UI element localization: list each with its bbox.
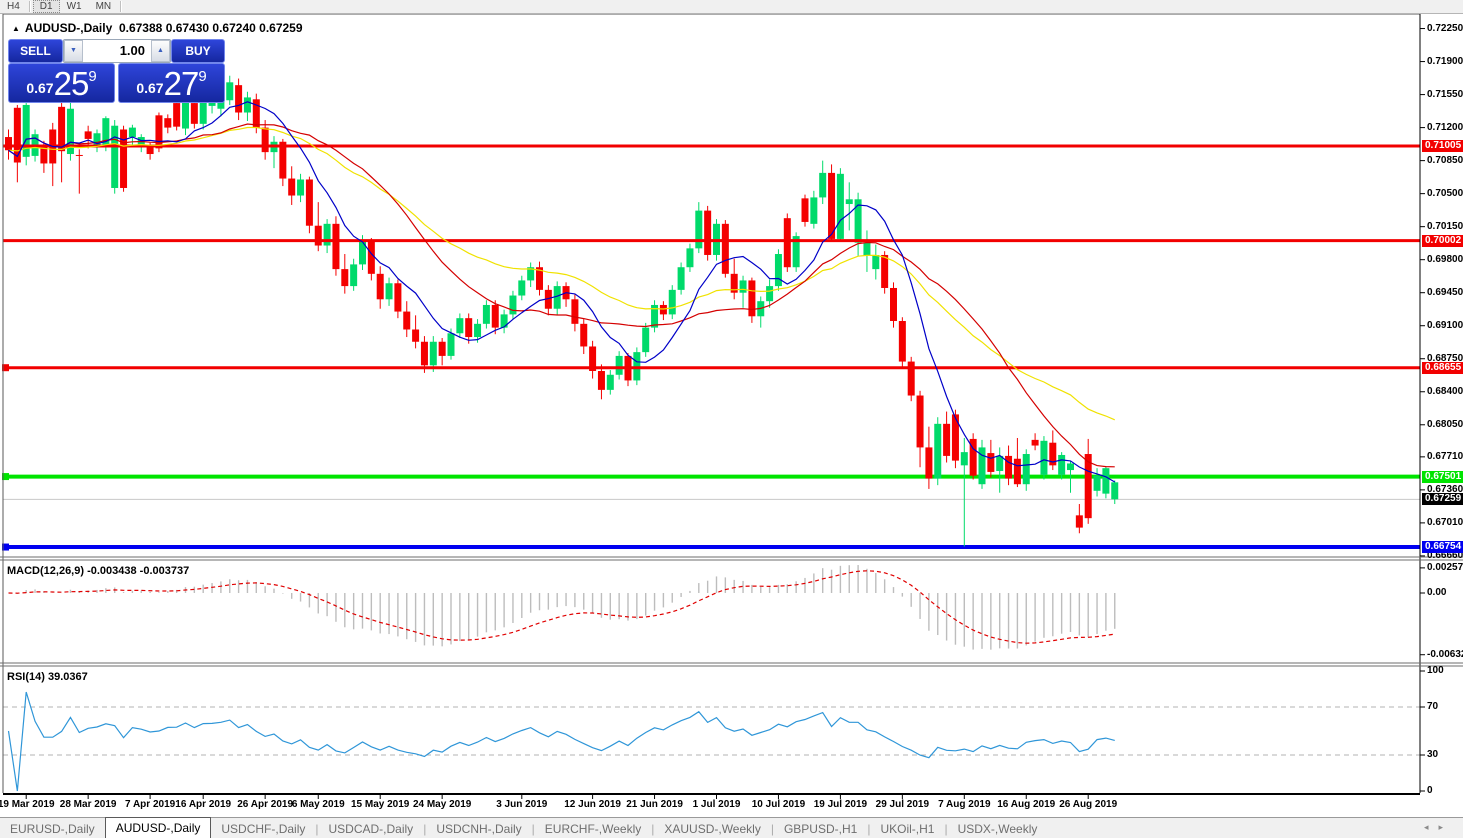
date-axis-label: 6 May 2019 — [291, 799, 345, 810]
price-axis-tick: 0.69800 — [1427, 253, 1463, 265]
symbol-tab-gbpusd[interactable]: GBPUSD-,H1 — [774, 819, 867, 838]
buy-price-box[interactable]: 0.67 27 9 — [118, 63, 225, 103]
date-axis-label: 12 Jun 2019 — [564, 799, 621, 810]
date-axis-label: 3 Jun 2019 — [496, 799, 548, 810]
volume-increase-button[interactable]: ▲ — [151, 40, 170, 62]
date-axis-label: 29 Jul 2019 — [875, 799, 930, 810]
date-axis-label: 10 Jul 2019 — [751, 799, 806, 810]
symbol-tab-xauusd[interactable]: XAUUSD-,Weekly — [654, 819, 770, 838]
date-axis-label: 15 May 2019 — [350, 799, 410, 810]
timeframe-toolbar: H4 D1 W1 MN — [0, 0, 1463, 14]
price-axis-tick: 0.70500 — [1427, 187, 1463, 199]
rsi-axis-tick: 30 — [1427, 749, 1439, 760]
ohlc-high: 0.67430 — [165, 21, 210, 35]
date-axis-label: 26 Apr 2019 — [237, 799, 294, 810]
price-axis-tick: 0.71200 — [1427, 121, 1463, 133]
chart-area[interactable] — [0, 0, 1463, 838]
chart-title: ▲ AUDUSD-,Daily 0.67388 0.67430 0.67240 0… — [12, 21, 303, 35]
symbol-tab-usdcnh[interactable]: USDCNH-,Daily — [426, 819, 531, 838]
date-axis-label: 16 Aug 2019 — [997, 799, 1056, 810]
symbol-tab-eurchf[interactable]: EURCHF-,Weekly — [535, 819, 651, 838]
hline-price-tag: 0.70002 — [1422, 234, 1463, 247]
volume-decrease-button[interactable]: ▼ — [64, 40, 83, 62]
macd-axis-tick: 0.00 — [1427, 587, 1447, 598]
price-axis-tick: 0.68400 — [1427, 385, 1463, 397]
sell-price-prefix: 0.67 — [26, 80, 54, 96]
macd-indicator-label: MACD(12,26,9) -0.003438 -0.003737 — [7, 565, 190, 577]
buy-price-big: 27 — [163, 65, 200, 102]
rsi-axis-tick: 70 — [1427, 701, 1439, 712]
price-axis-tick: 0.67010 — [1427, 516, 1463, 528]
sell-price-pip: 9 — [88, 68, 97, 85]
collapse-quote-panel-icon[interactable]: ▲ — [12, 24, 20, 33]
price-axis-tick: 0.71550 — [1427, 88, 1463, 100]
rsi-indicator-label: RSI(14) 39.0367 — [7, 671, 88, 683]
symbol-tab-bar: EURUSD-,Daily AUDUSD-,Daily USDCHF-,Daily |… — [0, 817, 1463, 838]
tab-scroll-right-icon[interactable]: ▸ — [1438, 822, 1453, 832]
ohlc-close: 0.67259 — [259, 21, 303, 35]
volume-stepper: ▼ 1.00 ▲ — [63, 39, 171, 63]
date-axis-label: 7 Apr 2019 — [124, 799, 176, 810]
price-axis-tick: 0.72250 — [1427, 22, 1463, 34]
date-axis-label: 26 Aug 2019 — [1059, 799, 1118, 810]
buy-button[interactable]: BUY — [171, 39, 225, 63]
timeframe-button-d1[interactable]: D1 — [32, 0, 60, 13]
timeframe-button-h4[interactable]: H4 — [0, 0, 27, 13]
price-axis-tick: 0.67710 — [1427, 450, 1463, 462]
volume-input[interactable]: 1.00 — [83, 40, 151, 62]
price-axis-tick: 0.70150 — [1427, 220, 1463, 232]
timeframe-button-mn[interactable]: MN — [89, 0, 119, 13]
buy-price-prefix: 0.67 — [136, 80, 164, 96]
rsi-axis-tick: 0 — [1427, 785, 1433, 796]
toolbar-separator — [28, 1, 31, 12]
date-axis-label: 16 Apr 2019 — [175, 799, 232, 810]
triangle-up-icon: ▲ — [157, 47, 164, 54]
current-price-tag: 0.67259 — [1422, 493, 1463, 506]
date-axis-label: 24 May 2019 — [412, 799, 472, 810]
price-axis-tick: 0.70850 — [1427, 154, 1463, 166]
hline-price-tag: 0.67501 — [1422, 470, 1463, 483]
date-axis-label: 1 Jul 2019 — [692, 799, 741, 810]
symbol-tab-usdcad[interactable]: USDCAD-,Daily — [319, 819, 424, 838]
macd-axis-tick: -0.006326 — [1427, 648, 1463, 660]
ohlc-low: 0.67240 — [212, 21, 256, 35]
date-axis-label: 19 Jul 2019 — [813, 799, 868, 810]
macd-axis-tick: 0.002574 — [1427, 561, 1463, 573]
timeframe-button-w1[interactable]: W1 — [60, 0, 89, 13]
ohlc-open: 0.67388 — [118, 21, 163, 35]
triangle-down-icon: ▼ — [70, 47, 77, 54]
price-axis-tick: 0.68050 — [1427, 418, 1463, 430]
trading-platform-window: H4 D1 W1 MN ▲ AUDUSD-,Daily 0.67388 0.67430 … — [0, 0, 1463, 838]
symbol-tab-audusd[interactable]: AUDUSD-,Daily — [104, 817, 212, 838]
price-axis-tick: 0.69100 — [1427, 319, 1463, 331]
rsi-axis-tick: 100 — [1427, 665, 1444, 676]
sell-button[interactable]: SELL — [8, 39, 63, 63]
buy-price-pip: 9 — [198, 68, 207, 85]
hline-price-tag: 0.68655 — [1422, 361, 1463, 374]
hline-price-tag: 0.71005 — [1422, 140, 1463, 152]
sell-price-box[interactable]: 0.67 25 9 — [8, 63, 115, 103]
symbol-tab-eurusd[interactable]: EURUSD-,Daily — [0, 819, 105, 838]
date-axis-label: 7 Aug 2019 — [938, 799, 991, 810]
chart-symbol-label: AUDUSD-,Daily — [24, 21, 113, 35]
symbol-tab-usdx[interactable]: USDX-,Weekly — [948, 819, 1048, 838]
tab-scroll-left-icon[interactable]: ◂ — [1424, 822, 1439, 832]
tab-scroll-arrows: ◂▸ — [1424, 822, 1453, 833]
symbol-tab-ukoil[interactable]: UKOil-,H1 — [870, 819, 944, 838]
date-axis-label: 19 Mar 2019 — [0, 799, 55, 810]
toolbar-separator — [120, 1, 123, 12]
price-axis-tick: 0.71900 — [1427, 55, 1463, 67]
hline-price-tag: 0.66754 — [1422, 541, 1463, 554]
date-axis-label: 21 Jun 2019 — [626, 799, 683, 810]
symbol-tab-usdchf[interactable]: USDCHF-,Daily — [211, 819, 315, 838]
price-axis-tick: 0.69450 — [1427, 286, 1463, 298]
date-axis-label: 28 Mar 2019 — [59, 799, 117, 810]
sell-price-big: 25 — [53, 65, 90, 102]
one-click-trade-panel: SELL ▼ 1.00 ▲ BUY 0.67 25 9 0.67 27 9 — [8, 39, 225, 103]
